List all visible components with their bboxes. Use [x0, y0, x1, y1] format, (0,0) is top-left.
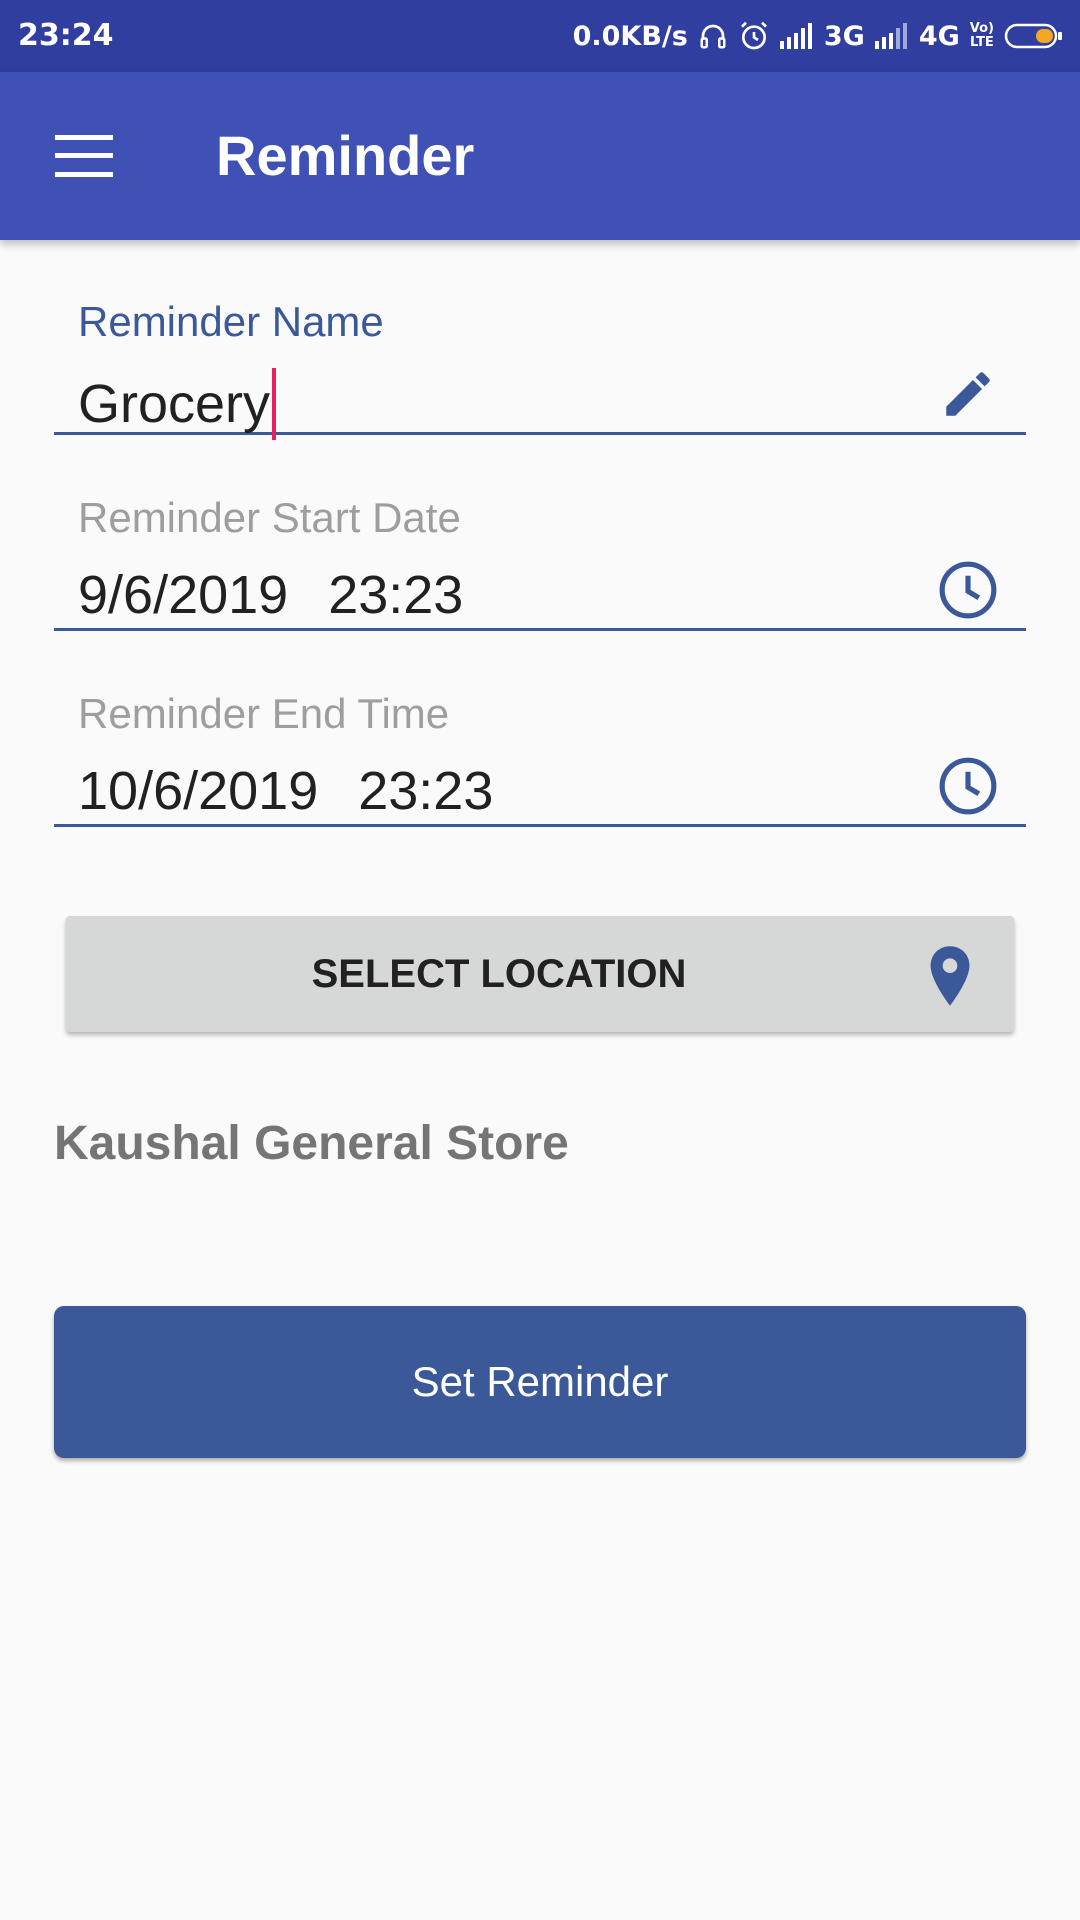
- status-bar: 23:24 0.0KB/s 3G 4G Vo) LTE: [0, 0, 1080, 72]
- battery-icon: [1004, 21, 1064, 51]
- reminder-name-field[interactable]: Reminder Name Grocery: [54, 272, 1026, 440]
- volte-badge: Vo) LTE: [970, 22, 994, 50]
- reminder-end-time-label: Reminder End Time: [78, 690, 450, 737]
- signal-icon-3g: [779, 23, 814, 49]
- volte-line2: LTE: [969, 35, 994, 50]
- hamburger-menu-icon[interactable]: [40, 116, 128, 196]
- signal-icon-4g: [874, 23, 909, 49]
- reminder-end-time-field[interactable]: Reminder End Time 10/6/2019 23:23: [54, 664, 1026, 827]
- selected-location-name: Kaushal General Store: [54, 1117, 569, 1170]
- reminder-name-value: Grocery: [78, 374, 271, 434]
- end-date: 10/6/2019: [78, 761, 319, 821]
- network-4g-label: 4G: [918, 20, 960, 52]
- start-date: 9/6/2019: [78, 565, 289, 625]
- map-pin-icon: [922, 944, 978, 1008]
- volte-line1: Vo): [969, 21, 994, 36]
- select-location-button[interactable]: SELECT LOCATION: [66, 916, 1014, 1032]
- set-reminder-button[interactable]: Set Reminder: [54, 1306, 1026, 1458]
- status-time: 23:24: [18, 18, 114, 53]
- reminder-end-time-value[interactable]: 10/6/2019 23:23: [78, 760, 493, 822]
- network-3g-label: 3G: [823, 20, 865, 52]
- end-time: 23:23: [358, 761, 494, 821]
- select-location-label: SELECT LOCATION: [311, 952, 687, 996]
- alarm-icon: [738, 20, 770, 52]
- page-title: Reminder: [216, 124, 475, 187]
- reminder-name-input[interactable]: Grocery: [78, 368, 277, 440]
- reminder-name-label: Reminder Name: [78, 298, 384, 345]
- clock-icon[interactable]: [934, 752, 1002, 820]
- headphones-icon: [698, 21, 728, 51]
- clock-icon[interactable]: [934, 556, 1002, 624]
- text-cursor: [272, 368, 277, 440]
- start-time: 23:23: [328, 565, 464, 625]
- reminder-start-date-label: Reminder Start Date: [78, 494, 461, 541]
- set-reminder-label: Set Reminder: [411, 1358, 669, 1405]
- reminder-start-date-field[interactable]: Reminder Start Date 9/6/2019 23:23: [54, 468, 1026, 631]
- status-indicators: 0.0KB/s 3G 4G Vo) LTE: [573, 0, 1064, 72]
- reminder-start-date-value[interactable]: 9/6/2019 23:23: [78, 564, 463, 626]
- app-bar: Reminder: [0, 72, 1080, 240]
- pencil-icon[interactable]: [934, 360, 1002, 428]
- network-speed: 0.0KB/s: [572, 20, 688, 52]
